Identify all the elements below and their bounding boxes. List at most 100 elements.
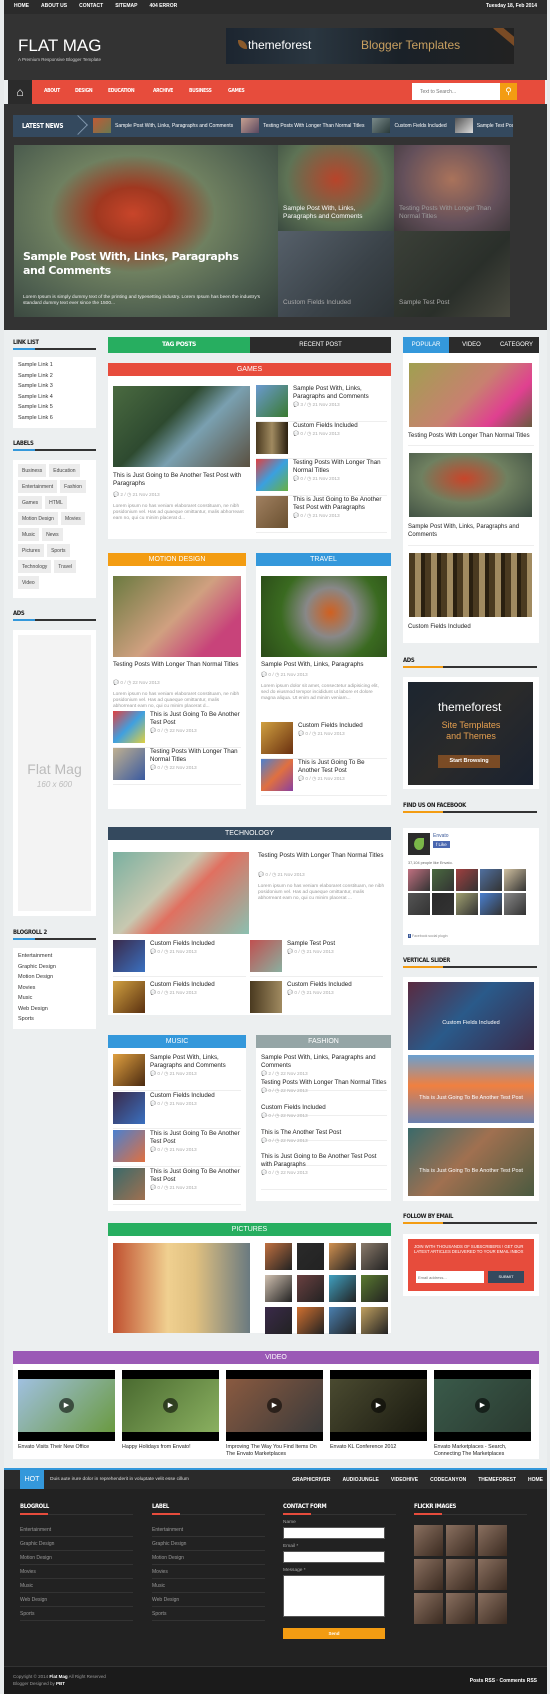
footer-list-item[interactable]: Movies (20, 1565, 133, 1579)
label-tag[interactable]: HTML (45, 496, 67, 509)
flickr-thumb[interactable] (414, 1559, 443, 1590)
flickr-thumb[interactable] (414, 1525, 443, 1556)
fb-fan-avatar[interactable] (504, 893, 526, 915)
footer-list-item[interactable]: Motion Design (20, 1551, 133, 1565)
post-title[interactable]: This is Just Going To Be Another Test Po… (150, 1130, 241, 1146)
post-title[interactable]: Sample Post With, Links, Paragraphs and … (261, 1054, 387, 1070)
label-tag[interactable]: Sports (47, 544, 70, 557)
list-item[interactable]: Custom Fields Included 💬 0 / ◷ 21 Nov 201… (261, 722, 387, 754)
fb-fan-avatar[interactable] (408, 893, 430, 915)
ad-placeholder[interactable]: Flat Mag 160 x 600 (18, 635, 91, 911)
picture-thumb[interactable] (297, 1243, 324, 1270)
search-input[interactable] (412, 83, 500, 100)
post-thumb[interactable] (256, 496, 288, 528)
tab-recent-post[interactable]: RECENT POST (250, 337, 391, 353)
search-icon[interactable]: ⚲ (500, 83, 517, 100)
flickr-thumb[interactable] (478, 1559, 507, 1590)
footer-link-audiojungle[interactable]: AUDIOJUNGLE (342, 1477, 378, 1483)
label-tag[interactable]: Entertainment (18, 480, 58, 493)
message-textarea[interactable] (283, 1575, 385, 1617)
popular-image[interactable] (409, 453, 532, 517)
slider-item[interactable]: Custom Fields Included (408, 982, 534, 1050)
video-thumb[interactable]: ▶ (330, 1370, 427, 1441)
list-item[interactable]: Sample Post With, Links, Paragraphs and … (256, 385, 387, 417)
send-button[interactable]: Send (283, 1628, 385, 1639)
video-thumb[interactable]: ▶ (18, 1370, 115, 1441)
video-thumb[interactable]: ▶ (122, 1370, 219, 1441)
pictures-header[interactable]: PICTURES (108, 1223, 391, 1236)
footer-list-item[interactable]: Entertainment (20, 1523, 133, 1537)
post-title[interactable]: Testing Posts With Longer Than Normal Ti… (293, 459, 387, 475)
post-title[interactable]: This is Just Going To Be Another Test Po… (298, 759, 387, 775)
top-menu-about[interactable]: ABOUT US (41, 3, 67, 9)
popular-title[interactable]: Testing Posts With Longer Than Normal Ti… (408, 432, 534, 440)
nav-archive[interactable]: ARCHIVE (153, 88, 173, 94)
ticker-item[interactable]: Testing Posts With Longer Than Normal Ti… (241, 118, 364, 133)
post-title[interactable]: This is Just Going to Be Another Test Po… (293, 496, 387, 512)
label-tag[interactable]: Music (18, 528, 40, 541)
fb-fan-avatar[interactable] (432, 893, 454, 915)
blogroll-item[interactable]: Graphic Design (18, 962, 91, 973)
label-tag[interactable]: News (42, 528, 63, 541)
name-input[interactable] (283, 1527, 385, 1539)
list-item[interactable]: Testing Posts With Longer Than Normal Ti… (113, 748, 241, 780)
list-item[interactable]: This is Just Going To Be Another Test Po… (261, 759, 387, 791)
fb-page-name[interactable]: Envato (433, 833, 449, 839)
post-title[interactable]: Sample Post With, Links, Paragraphs and … (150, 1054, 241, 1070)
fb-fan-avatar[interactable] (480, 869, 502, 891)
post-thumb[interactable] (113, 748, 145, 780)
post-title[interactable]: Custom Fields Included (150, 981, 215, 989)
footer-list-item[interactable]: Graphic Design (20, 1537, 133, 1551)
post-title[interactable]: Sample Test Post (287, 940, 335, 948)
motion-design-header[interactable]: MOTION DESIGN (108, 553, 246, 566)
top-menu-contact[interactable]: CONTACT (79, 3, 103, 9)
post-thumb[interactable] (261, 722, 293, 754)
themeforest-ad[interactable]: themeforest Site Templates and Themes Sta… (408, 682, 533, 785)
picture-thumb[interactable] (265, 1275, 292, 1302)
link-item[interactable]: Sample Link 1 (18, 360, 91, 371)
footer-link-videohive[interactable]: VIDEOHIVE (391, 1477, 418, 1483)
flickr-thumb[interactable] (446, 1525, 475, 1556)
featured-small[interactable]: Sample Test Post (394, 231, 510, 317)
tab-tag-posts[interactable]: TAG POSTS (108, 337, 250, 353)
footer-list-item[interactable]: Web Design (152, 1593, 265, 1607)
picture-thumb[interactable] (329, 1307, 356, 1334)
video-thumb[interactable]: ▶ (434, 1370, 531, 1441)
ticker-item[interactable]: Custom Fields Included (372, 118, 447, 133)
post-thumb[interactable] (256, 459, 288, 491)
popular-title[interactable]: Sample Post With, Links, Paragraphs and … (408, 523, 534, 539)
featured-small[interactable]: Custom Fields Included (278, 231, 394, 317)
footer-list-item[interactable]: Sports (152, 1607, 265, 1621)
video-header[interactable]: VIDEO (13, 1351, 539, 1364)
top-menu-home[interactable]: HOME (14, 3, 29, 9)
fb-fan-avatar[interactable] (504, 869, 526, 891)
list-item[interactable]: This is Just Going To Be Another Test Po… (113, 711, 241, 743)
post-thumb[interactable] (256, 422, 288, 454)
play-icon[interactable]: ▶ (475, 1398, 490, 1413)
video-title[interactable]: Envato Visits Their New Office (18, 1444, 115, 1451)
tab-popular[interactable]: POPULAR (403, 337, 449, 353)
start-browsing-button[interactable]: Start Browsing (438, 755, 500, 768)
travel-header[interactable]: TRAVEL (256, 553, 391, 566)
site-logo[interactable]: FLAT MAG (18, 36, 101, 56)
post-title[interactable]: This is Just Going To Be Another Test Po… (150, 711, 241, 727)
footer-list-item[interactable]: Graphic Design (152, 1537, 265, 1551)
featured-main[interactable]: Sample Post With, Links, Paragraphs and … (14, 145, 278, 317)
list-item[interactable]: Sample Post With, Links, Paragraphs and … (261, 1054, 387, 1077)
post-image[interactable] (113, 852, 249, 934)
post-title[interactable]: This is Just Going To Be Another Test Po… (150, 1168, 241, 1184)
label-tag[interactable]: Games (18, 496, 43, 509)
post-thumb[interactable] (113, 1092, 145, 1124)
post-title[interactable]: Custom Fields Included (150, 1092, 215, 1100)
footer-list-item[interactable]: Entertainment (152, 1523, 265, 1537)
list-item[interactable]: Testing Posts With Longer Than Normal Ti… (256, 459, 387, 491)
featured-main-title[interactable]: Sample Post With, Links, Paragraphs and … (23, 250, 263, 278)
post-title[interactable]: This is The Another Test Post (261, 1129, 341, 1137)
list-item[interactable]: This is Just Going to Be Another Test Po… (256, 496, 387, 528)
video-title[interactable]: Envato Marketplaces - Search, Connecting… (434, 1444, 531, 1458)
list-item[interactable]: Sample Post With, Links, Paragraphs and … (113, 1054, 241, 1086)
footer-list-item[interactable]: Music (152, 1579, 265, 1593)
post-thumb[interactable] (113, 1168, 145, 1200)
post-thumb[interactable] (113, 981, 145, 1013)
picture-thumb[interactable] (297, 1307, 324, 1334)
